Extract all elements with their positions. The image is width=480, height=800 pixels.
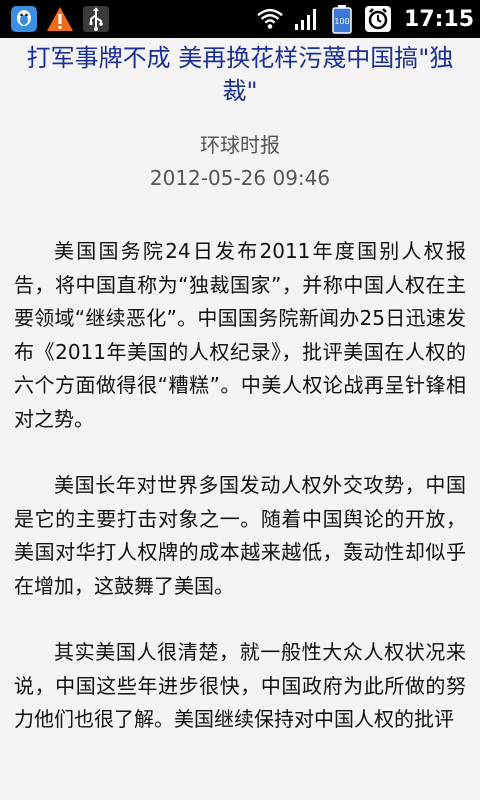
article-view[interactable]: 打军事牌不成 美再换花样污蔑中国搞"独裁" 环球时报 2012-05-26 09… xyxy=(0,38,480,800)
wifi-icon xyxy=(256,5,284,33)
article-paragraph: 其实美国人很清楚，就一般性大众人权状况来说，中国这些年进步很快，中国政府为此所做… xyxy=(14,640,466,731)
warning-icon[interactable] xyxy=(46,5,74,33)
battery-level-text: 100 xyxy=(334,17,349,26)
article-paragraph: 美国长年对世界多国发动人权外交攻势，中国是它的主要打击对象之一。随着中国舆论的开… xyxy=(14,473,466,598)
notification-icons xyxy=(10,4,110,34)
qq-penguin-icon[interactable] xyxy=(10,5,38,33)
clock-time: 17:15 xyxy=(403,6,474,32)
usb-icon[interactable] xyxy=(82,5,110,33)
system-status-icons: 100 17:15 xyxy=(256,4,474,34)
status-bar: 100 17:15 xyxy=(0,0,480,38)
alarm-icon xyxy=(364,5,392,33)
article-source: 环球时报 xyxy=(200,133,280,157)
battery-icon: 100 xyxy=(328,5,356,34)
signal-icon xyxy=(292,5,320,33)
article-body: 美国国务院24日发布2011年度国别人权报告，将中国直称为“独裁国家”，并称中国… xyxy=(0,235,480,737)
article-title: 打军事牌不成 美再换花样污蔑中国搞"独裁" xyxy=(26,44,454,105)
article-paragraph: 美国国务院24日发布2011年度国别人权报告，将中国直称为“独裁国家”，并称中国… xyxy=(14,239,466,431)
article-date: 2012-05-26 09:46 xyxy=(149,166,331,190)
